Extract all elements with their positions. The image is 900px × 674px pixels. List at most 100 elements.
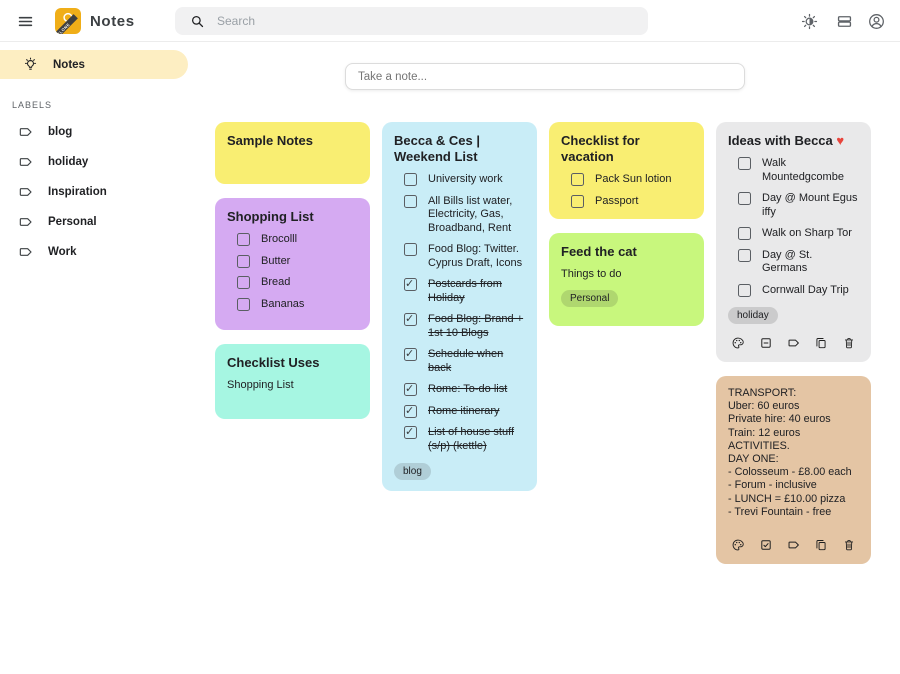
note-title: Checklist Uses [227, 355, 358, 371]
search-input[interactable] [217, 14, 648, 28]
sidebar-item-notes[interactable]: Notes [0, 50, 188, 79]
color-palette-button[interactable] [730, 537, 746, 553]
note-body-line: TRANSPORT: [728, 387, 859, 400]
note-card-feed-the-cat[interactable]: Feed the cat Things to do Personal [549, 233, 704, 326]
take-a-note-input[interactable] [346, 71, 744, 83]
checklist-item-text: Pack Sun lotion [595, 173, 671, 187]
take-a-note-box[interactable] [345, 63, 745, 90]
note-body: Things to do [561, 268, 692, 280]
sidebar-item-label: Work [48, 246, 77, 258]
note-title-text: Feed the cat [561, 244, 637, 259]
label-chip[interactable]: blog [394, 463, 431, 480]
checklist-item: University work [404, 173, 525, 187]
checkbox-unchecked-icon[interactable] [738, 192, 751, 205]
checklist-item-text: Cornwall Day Trip [762, 284, 849, 298]
sidebar-item-work[interactable]: Work [0, 237, 188, 267]
theme-toggle-icon [800, 12, 819, 31]
note-title: Shopping List [227, 209, 358, 225]
checklist-item: Passport [571, 195, 692, 209]
app-logo: CLONE [55, 8, 81, 34]
checkbox-checked-icon[interactable] [404, 348, 417, 361]
checklist-item: Walk on Sharp Tor [738, 227, 859, 241]
sidebar-item-label: Inspiration [48, 186, 107, 198]
list-view-button[interactable] [831, 8, 857, 34]
checkbox-checked-icon[interactable] [404, 278, 417, 291]
checklist-item: Day @ St. Germans [738, 249, 859, 276]
label-tag-button[interactable] [786, 335, 802, 351]
note-title-text: Becca & Ces | Weekend List [394, 133, 480, 164]
trash-button[interactable] [841, 335, 857, 351]
checklist-item-text: Bananas [261, 298, 304, 312]
note-card-becca-ces-weekend-list[interactable]: Becca & Ces | Weekend List University wor… [382, 122, 537, 491]
label-chips: holiday [728, 307, 859, 324]
checkbox-unchecked-icon[interactable] [237, 298, 250, 311]
label-tag-icon [18, 154, 34, 170]
checkbox-unchecked-icon[interactable] [738, 227, 751, 240]
note-title: Feed the cat [561, 244, 692, 260]
trash-icon [842, 538, 856, 552]
checklist-item: Butter [237, 255, 358, 269]
checkbox-unchecked-icon[interactable] [404, 243, 417, 256]
checkbox-unchecked-icon[interactable] [571, 195, 584, 208]
sidebar-item-holiday[interactable]: holiday [0, 147, 188, 177]
note-card-checklist-for-vacation[interactable]: Checklist for vacation Pack Sun lotion Pas… [549, 122, 704, 219]
checkbox-toggle-button[interactable] [758, 537, 774, 553]
checkbox-unchecked-icon[interactable] [404, 173, 417, 186]
checkbox-unchecked-icon[interactable] [404, 195, 417, 208]
sidebar-item-personal[interactable]: Personal [0, 207, 188, 237]
note-card-shopping-list[interactable]: Shopping ListBrocolllButterBreadBananas [215, 198, 370, 330]
checkbox-unchecked-icon[interactable] [738, 284, 751, 297]
board-column: Sample Notes Shopping List Brocolll Butter B… [215, 122, 370, 564]
note-body-line: ACTIVITIES. [728, 440, 859, 453]
checkbox-checked-icon[interactable] [404, 383, 417, 396]
checklist-item-text: Food Blog: Twitter. Cyprus Draft, Icons [428, 243, 525, 270]
label-chips: blog [394, 463, 525, 480]
trash-button[interactable] [841, 537, 857, 553]
search-bar[interactable] [175, 7, 648, 35]
checkbox-checked-icon[interactable] [404, 405, 417, 418]
checkbox-unchecked-icon[interactable] [237, 233, 250, 246]
label-tag-button[interactable] [786, 537, 802, 553]
sidebar-item-blog[interactable]: blog [0, 117, 188, 147]
checklist-item-text: Rome itinerary [428, 405, 500, 419]
checklist-item-text: Brocolll [261, 233, 297, 247]
note-card-ideas-with-becca[interactable]: Ideas with Becca ♥Walk MountedgcombeDay … [716, 122, 871, 362]
color-palette-button[interactable] [730, 335, 746, 351]
sidebar-item-inspiration[interactable]: Inspiration [0, 177, 188, 207]
checkbox-unchecked-icon[interactable] [738, 249, 751, 262]
checkbox-checked-icon[interactable] [404, 313, 417, 326]
checkbox-unchecked-icon[interactable] [237, 255, 250, 268]
copy-button[interactable] [813, 335, 829, 351]
checkbox-toggle-button[interactable] [758, 335, 774, 351]
search-icon [190, 14, 205, 29]
label-chip[interactable]: Personal [561, 290, 618, 307]
note-body-line: Uber: 60 euros [728, 400, 859, 413]
checkbox-checked-icon[interactable] [404, 426, 417, 439]
checklist-item-text: Postcards from Holiday [428, 278, 525, 305]
checklist-item: Rome: To-do list [404, 383, 525, 397]
copy-button[interactable] [813, 537, 829, 553]
checklist-item-text: Schedule when back [428, 348, 525, 375]
note-body-line: - LUNCH = £10.00 pizza [728, 493, 859, 506]
labels-section-header: LABELS [12, 100, 52, 110]
note-title-text: Checklist for vacation [561, 133, 640, 164]
label-chip[interactable]: holiday [728, 307, 778, 324]
checkbox-unchecked-icon[interactable] [237, 276, 250, 289]
note-card-transport-note[interactable]: TRANSPORT:Uber: 60 eurosPrivate hire: 40… [716, 376, 871, 564]
note-body: TRANSPORT:Uber: 60 eurosPrivate hire: 40… [728, 387, 859, 519]
checklist-item: Food Blog: Brand + 1st 10 Blogs [404, 313, 525, 340]
hamburger-menu-button[interactable] [12, 8, 38, 34]
sidebar-item-label: Notes [53, 59, 85, 71]
note-card-sample-notes[interactable]: Sample Notes [215, 122, 370, 184]
trash-icon [842, 336, 856, 350]
checkbox-unchecked-icon[interactable] [571, 173, 584, 186]
account-button[interactable] [863, 8, 889, 34]
note-toolbar [728, 526, 859, 553]
copy-icon [814, 336, 828, 350]
note-card-checklist-uses[interactable]: Checklist UsesShopping List [215, 344, 370, 419]
theme-toggle-button[interactable] [796, 8, 822, 34]
checklist-item: Food Blog: Twitter. Cyprus Draft, Icons [404, 243, 525, 270]
board-column: Ideas with Becca ♥Walk MountedgcombeDay … [716, 122, 871, 564]
checkbox-unchecked-icon[interactable] [738, 157, 751, 170]
account-circle-icon [867, 12, 886, 31]
